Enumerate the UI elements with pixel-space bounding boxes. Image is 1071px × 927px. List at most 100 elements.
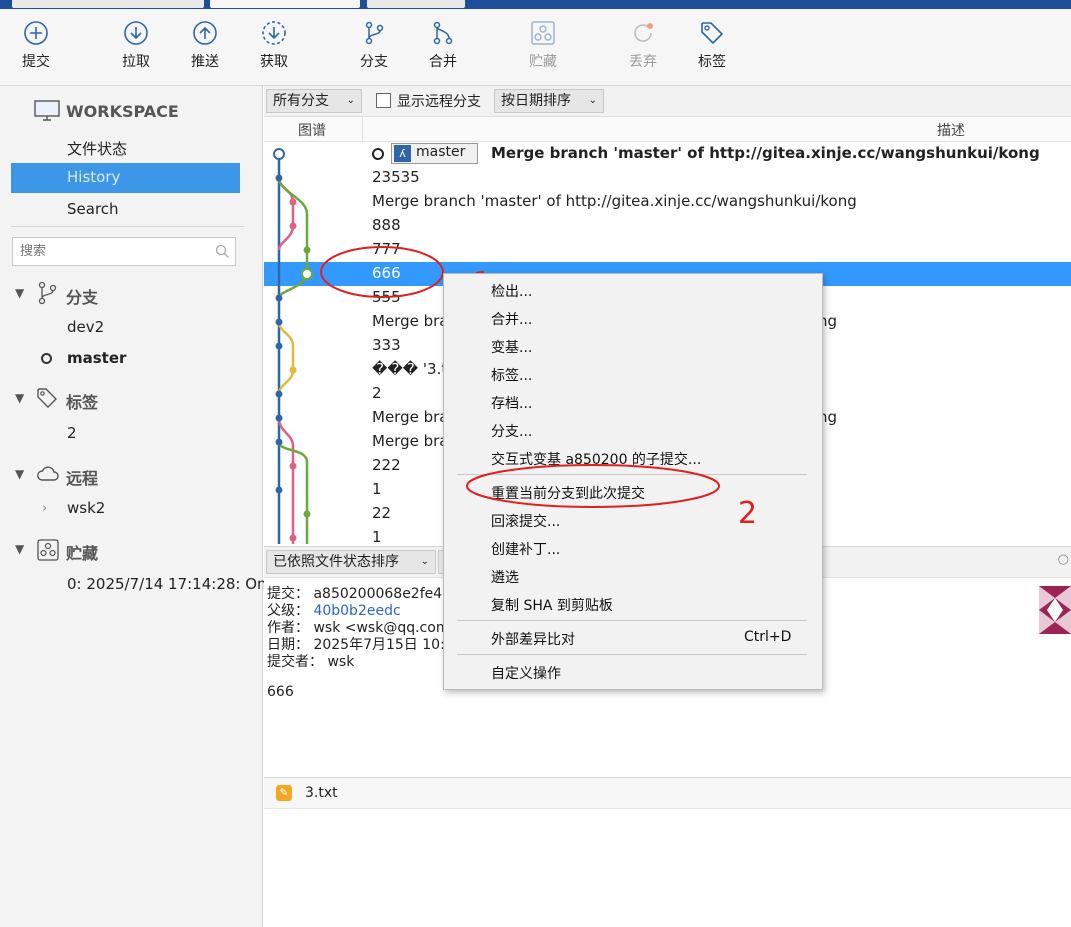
commit-row-message[interactable]: Merge bra xyxy=(372,432,448,450)
menu-item-external-diff[interactable]: 外部差异比对 xyxy=(491,629,575,649)
branch-label-badge[interactable]: ʎ master xyxy=(391,143,478,164)
search-icon[interactable]: ○ xyxy=(1058,552,1069,567)
window-tab-active[interactable] xyxy=(210,0,360,8)
arrow-up-circle-icon xyxy=(193,21,217,45)
all-branches-dropdown[interactable]: 所有分支 ⌄ xyxy=(266,89,362,113)
branches-heading: 分支 xyxy=(66,288,99,307)
branch-icon xyxy=(38,281,57,305)
sidebar-search-box[interactable] xyxy=(12,237,236,266)
branch-item-master[interactable]: master xyxy=(67,349,126,367)
commit-list-header: 图谱 描述 xyxy=(264,117,1071,142)
commit-row-message[interactable]: 888 xyxy=(372,216,401,234)
menu-item-merge[interactable]: 合并... xyxy=(491,309,532,329)
remote-item-wsk2[interactable]: wsk2 xyxy=(67,499,105,517)
annotation-circle-1 xyxy=(320,246,444,298)
commit-label: 提交 xyxy=(22,54,50,70)
branches-collapse-chevron-icon[interactable]: ▼ xyxy=(15,286,24,300)
commit-row-message[interactable]: 1 xyxy=(372,480,382,498)
changed-file-name[interactable]: 3.txt xyxy=(305,785,338,801)
pull-button[interactable]: 拉取 xyxy=(106,19,166,71)
commit-row-message[interactable]: 23535 xyxy=(372,168,420,186)
push-button[interactable]: 推送 xyxy=(175,19,235,71)
menu-item-tag[interactable]: 标签... xyxy=(491,365,532,385)
remotes-collapse-chevron-icon[interactable]: ▼ xyxy=(15,467,24,481)
stashes-collapse-chevron-icon[interactable]: ▼ xyxy=(15,542,24,556)
plus-circle-icon xyxy=(24,21,48,45)
commit-row-message[interactable]: Merge bra xyxy=(372,408,448,426)
tag-icon xyxy=(701,22,724,45)
file-status-sort-dropdown[interactable]: 已依照文件状态排序 ⌄ xyxy=(266,550,436,574)
commit-graph xyxy=(273,148,313,544)
commit-row-message[interactable]: 333 xyxy=(372,336,401,354)
merge-button[interactable]: 合并 xyxy=(413,19,473,71)
tags-collapse-chevron-icon[interactable]: ▼ xyxy=(15,391,24,405)
changed-files-list: ✎ 3.txt xyxy=(264,777,1071,809)
commit-button[interactable]: 提交 xyxy=(6,19,66,71)
annotation-circle-2 xyxy=(466,464,720,508)
sidebar-item-history[interactable]: History xyxy=(11,163,240,193)
menu-separator xyxy=(457,620,807,621)
branch-icon xyxy=(365,21,384,45)
push-label: 推送 xyxy=(191,54,219,70)
graph-column-header[interactable]: 图谱 xyxy=(298,120,326,140)
tag-button[interactable]: 标签 xyxy=(682,19,742,71)
stash-icon xyxy=(37,539,59,561)
menu-item-cherry-pick[interactable]: 遴选 xyxy=(491,567,519,587)
modified-file-icon: ✎ xyxy=(276,785,292,801)
remote-expand-chevron-icon[interactable]: › xyxy=(42,501,47,516)
menu-item-archive[interactable]: 存档... xyxy=(491,393,532,413)
stash-icon xyxy=(531,21,555,45)
stashes-heading: 贮藏 xyxy=(66,544,99,563)
sort-by-date-dropdown[interactable]: 按日期排序 ⌄ xyxy=(494,89,604,113)
tag-item[interactable]: 2 xyxy=(67,424,77,442)
description-column-header[interactable]: 描述 xyxy=(937,120,965,140)
commit-row-message[interactable]: 1 xyxy=(372,528,382,544)
tag-icon xyxy=(37,388,57,408)
window-tab[interactable] xyxy=(12,0,204,8)
current-branch-indicator-icon xyxy=(41,353,52,364)
sidebar-search-input[interactable] xyxy=(18,239,202,264)
menu-item-rebase[interactable]: 变基... xyxy=(491,337,532,357)
head-indicator-icon xyxy=(372,148,384,160)
remotes-heading: 远程 xyxy=(66,469,99,488)
stash-item[interactable]: 0: 2025/7/14 17:14:28: On xyxy=(67,575,267,593)
sort-by-date-label: 按日期排序 xyxy=(501,93,571,109)
menu-item-copy-sha[interactable]: 复制 SHA 到剪贴板 xyxy=(491,595,613,615)
branch-item-dev2[interactable]: dev2 xyxy=(67,318,104,336)
window-tab[interactable] xyxy=(367,0,465,8)
search-icon[interactable] xyxy=(215,244,230,259)
show-remote-checkbox[interactable] xyxy=(376,93,391,108)
menu-item-create-patch[interactable]: 创建补丁... xyxy=(491,539,560,559)
column-divider[interactable] xyxy=(362,117,363,141)
commit-row-message[interactable]: Merge branch 'master' of http://gitea.xi… xyxy=(491,144,1040,162)
commit-message: 666 xyxy=(267,684,294,700)
tags-heading: 标签 xyxy=(66,393,99,412)
discard-label: 丢弃 xyxy=(629,54,657,70)
branch-button[interactable]: 分支 xyxy=(344,19,404,71)
menu-shortcut-external-diff: Ctrl+D xyxy=(744,629,792,645)
merge-icon xyxy=(433,21,453,45)
sidebar-item-history-label: History xyxy=(67,168,121,186)
sidebar-item-search[interactable]: Search xyxy=(67,200,119,218)
commit-row-message[interactable]: Merge bra xyxy=(372,312,448,330)
branch-badge-label: master xyxy=(416,144,466,160)
commit-row-message[interactable]: Merge branch 'master' of http://gitea.xi… xyxy=(372,192,857,210)
commit-row-message[interactable]: 2 xyxy=(372,384,382,402)
menu-item-custom-actions[interactable]: 自定义操作 xyxy=(491,663,561,683)
commit-row-message[interactable]: 222 xyxy=(372,456,401,474)
tag-label: 标签 xyxy=(698,54,726,70)
stash-button[interactable]: 贮藏 xyxy=(513,19,573,71)
committer-key: 提交者： xyxy=(267,654,323,670)
menu-item-revert[interactable]: 回滚提交... xyxy=(491,511,560,531)
sidebar-divider xyxy=(11,226,244,227)
fetch-button[interactable]: 获取 xyxy=(244,19,304,71)
window-tab-strip xyxy=(0,0,1071,9)
menu-item-checkout[interactable]: 检出... xyxy=(491,281,532,301)
merge-label: 合并 xyxy=(429,54,457,70)
branch-badge-icon: ʎ xyxy=(394,145,411,162)
commit-row-message[interactable]: 22 xyxy=(372,504,391,522)
menu-item-branch[interactable]: 分支... xyxy=(491,421,532,441)
sidebar: WORKSPACE 文件状态 History Search ▼ 分支 dev2 … xyxy=(0,86,267,927)
discard-button[interactable]: 丢弃 xyxy=(613,19,673,71)
sidebar-item-file-status[interactable]: 文件状态 xyxy=(67,138,127,159)
